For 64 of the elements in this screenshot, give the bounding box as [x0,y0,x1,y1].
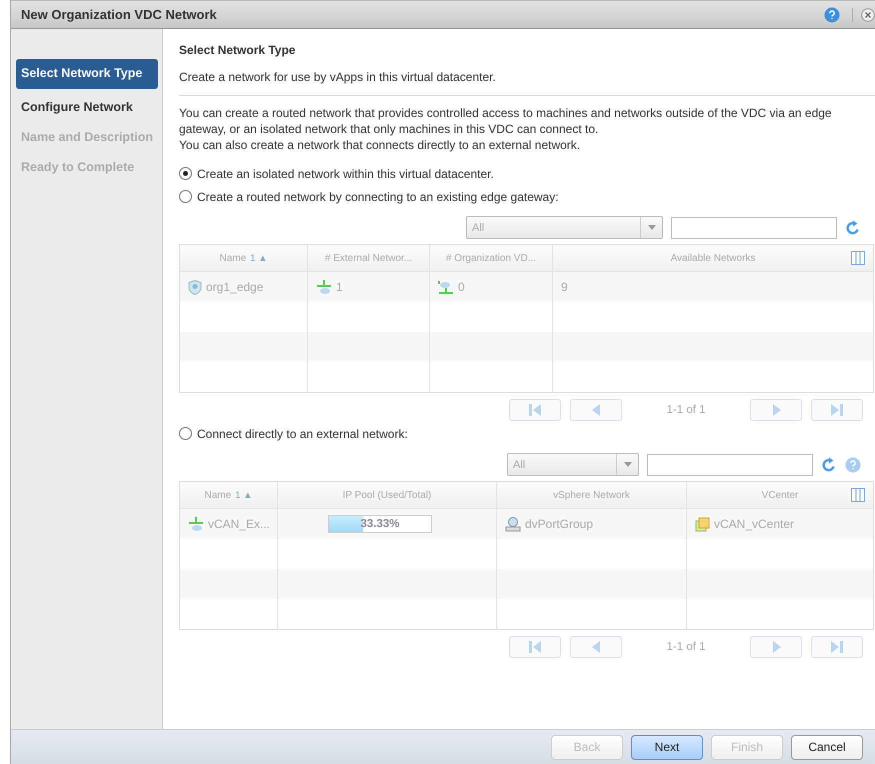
close-icon[interactable] [852,8,875,22]
column-header[interactable]: Name [219,252,246,264]
table-cell: org1_edge [206,280,264,294]
last-page-icon [830,404,844,416]
radio-label: Connect directly to an external network: [197,426,408,440]
page-heading: Select Network Type [179,43,296,57]
shield-icon [188,280,202,294]
radio-option[interactable]: Create an isolated network within this virtual datacenter. [179,162,875,185]
table-cell: 0 [458,280,465,294]
network-icon [316,280,332,294]
column-header[interactable]: vSphere Network [553,490,630,500]
column-header[interactable]: # External Networ... [324,252,412,264]
port-group-icon [505,516,521,532]
window-title: New Organization VDC Network [21,7,218,22]
previous-icon [592,641,600,653]
table-cell: vCAN_vCenter [714,517,794,531]
help-icon[interactable] [845,456,861,472]
column-header[interactable]: Name [204,490,232,500]
radio-button[interactable] [179,190,192,203]
table-cell: 9 [561,280,568,294]
column-header[interactable]: Available Networks [670,252,756,264]
next-icon [772,404,780,416]
radio-label: Create an isolated network within this virtual datacenter. [197,166,494,180]
sort-indicator[interactable]: 1 ▲ [235,490,252,500]
sort-indicator[interactable]: 1 ▲ [250,252,268,264]
network-icon [438,280,454,294]
caret-icon [624,462,632,467]
table-cell: dvPortGroup [525,517,594,531]
page-info: 1-1 of 1 [666,404,706,416]
refresh-icon[interactable] [845,220,861,236]
previous-icon [592,404,600,416]
last-page-icon [830,641,844,653]
table-cell: 1 [336,280,343,294]
description-text: You can also create a network that connects directly to an external network. [179,137,582,153]
filter-dropdown[interactable]: All [507,453,639,476]
column-picker-icon[interactable] [851,488,865,502]
refresh-icon[interactable] [821,456,837,472]
vcenter-icon [695,516,710,532]
search-field[interactable] [647,454,813,476]
column-header[interactable]: IP Pool (Used/Total) [342,490,432,500]
search-field[interactable] [671,216,837,238]
network-icon [188,516,204,532]
page-info: 1-1 of 1 [666,641,706,653]
wizard-button[interactable]: Next [631,734,703,760]
radio-button[interactable] [179,427,192,440]
next-icon [772,641,780,653]
column-header[interactable]: # Organization VD... [446,252,536,264]
caret-icon [648,225,656,230]
filter-dropdown[interactable]: All [466,216,663,239]
radio-label: Create a routed network by connecting to an existing edge gateway: [197,190,559,204]
wizard-step[interactable]: Select Network Type [16,59,158,89]
wizard-step[interactable]: Configure Network [16,93,158,123]
first-page-icon [528,641,542,653]
radio-option[interactable]: Connect directly to an external network: [179,422,875,445]
intro-text: Create a network for use by vApps in this virtual datacenter. [179,69,875,96]
description-text: You can create a routed network that provides controlled access to machines and networks outside of the VDC via an edge gateway, or an isolated network that only machines in this VDC can connect to. [179,105,833,137]
column-picker-icon[interactable] [851,251,865,265]
radio-button[interactable] [179,167,192,180]
radio-option[interactable]: Create a routed network by connecting to an existing edge gateway: [179,185,875,208]
first-page-icon [528,404,542,416]
help-icon[interactable] [824,6,840,22]
table-cell: vCAN_Ex... [208,517,270,531]
wizard-button[interactable]: Cancel [791,734,863,760]
column-header[interactable]: VCenter [762,490,798,500]
